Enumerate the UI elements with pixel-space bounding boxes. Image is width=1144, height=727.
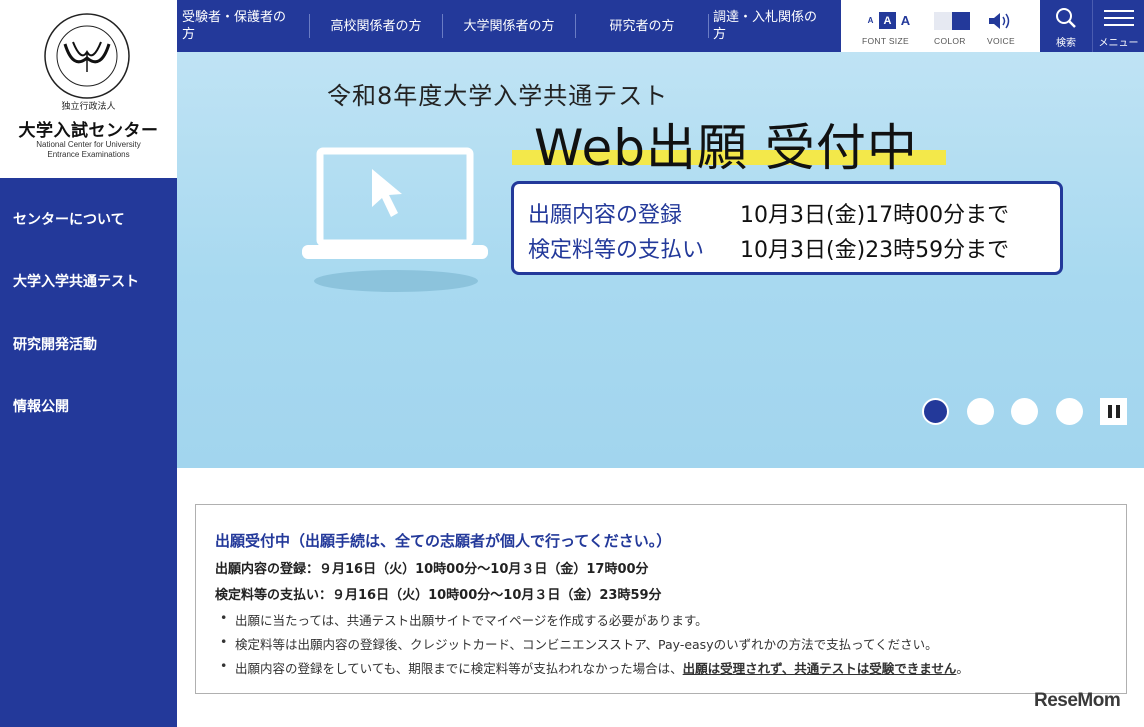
carousel-dot-1[interactable] <box>922 398 949 425</box>
nav-item-researchers[interactable]: 研究者の方 <box>576 0 708 52</box>
nav-item-examinees-line2: 方 <box>182 27 196 42</box>
pause-icon <box>1107 405 1112 418</box>
watermark-logo: ReseMom <box>1034 690 1121 711</box>
font-size-small-button[interactable]: A <box>862 12 879 29</box>
carousel-dot-4[interactable] <box>1056 398 1083 425</box>
notice-box: 出願受付中（出願手続は、全ての志願者が個人で行ってください。） 出願内容の登録：… <box>195 504 1127 694</box>
color-light-button[interactable] <box>934 12 952 30</box>
hamburger-menu-icon <box>1104 10 1134 26</box>
menu-label: メニュー <box>1098 38 1139 49</box>
site-logo[interactable]: 独立行政法人 大学入試センター National Center for Univ… <box>0 0 177 178</box>
sidebar-nav: センターについて 大学入学共通テスト 研究開発活動 情報公開 <box>0 178 177 727</box>
hero-deadline-key: 出願内容の登録 <box>528 203 683 228</box>
org-name-en-line1: National Center for University <box>36 140 141 149</box>
org-type: 独立行政法人 <box>61 102 116 112</box>
nav-item-procurement-line1: 調達・入札関係の <box>713 10 818 25</box>
org-name: 大学入試センター <box>18 121 159 141</box>
notice-title: 出願受付中（出願手続は、全ての志願者が個人で行ってください。） <box>215 532 672 550</box>
nav-item-procurement[interactable]: 調達・入札関係の 方 <box>713 0 838 52</box>
search-button[interactable]: 検索 <box>1040 0 1092 52</box>
hero-title: Web出願 受付中 <box>534 119 918 177</box>
notice-payment-period: 検定料等の支払い：９月16日（火）10時00分～10月３日（金）23時59分 <box>215 588 662 603</box>
notice-bullet: 出願内容の登録をしていても、期限までに検定料等が支払われなかった場合は、出願は受… <box>220 658 969 677</box>
pause-icon <box>1115 405 1120 418</box>
carousel-dot-3[interactable] <box>1011 398 1038 425</box>
search-icon <box>1056 8 1076 28</box>
org-name-en: National Center for University Entrance … <box>0 140 177 160</box>
menu-button[interactable]: メニュー <box>1093 0 1144 52</box>
hero-banner[interactable]: 令和8年度大学入学共通テスト Web出願 受付中 出願内容の登録 10月3日(金)… <box>177 52 1144 468</box>
sidebar-item-common-test[interactable]: 大学入学共通テスト <box>13 271 139 291</box>
sidebar-item-about[interactable]: センターについて <box>13 209 125 229</box>
hero-deadline-value: 10月3日(金)17時00分まで <box>740 203 1010 228</box>
carousel-dot-2[interactable] <box>967 398 994 425</box>
notice-bullet: 検定料等は出願内容の登録後、クレジットカード、コンビニエンスストア、Pay-ea… <box>220 634 938 653</box>
nav-item-examinees-line1: 受験者・保護者の <box>182 10 287 25</box>
hero-deadline-key: 検定料等の支払い <box>528 238 705 263</box>
font-size-label: FONT SIZE <box>862 36 909 46</box>
laptop-cursor-icon <box>302 147 488 292</box>
font-size-medium-button[interactable]: A <box>879 12 896 29</box>
nav-item-high-school[interactable]: 高校関係者の方 <box>310 0 442 52</box>
hero-deadline-value: 10月3日(金)23時59分まで <box>740 238 1010 263</box>
notice-warning-emphasis: 出願は受理されず、共通テストは受験できません <box>682 661 957 676</box>
voice-label: VOICE <box>987 36 1015 46</box>
sidebar-item-research[interactable]: 研究開発活動 <box>13 334 97 354</box>
org-name-en-line2: Entrance Examinations <box>47 150 130 159</box>
voice-speaker-icon[interactable] <box>987 11 1013 31</box>
hero-deadline-box: 出願内容の登録 10月3日(金)17時00分まで 検定料等の支払い 10月3日(金)… <box>511 181 1063 275</box>
hero-subtitle: 令和8年度大学入学共通テスト <box>327 82 669 110</box>
notice-bullet-end: 。 <box>956 661 969 676</box>
nav-item-examinees[interactable]: 受験者・保護者の 方 <box>182 0 307 52</box>
carousel-pause-button[interactable] <box>1100 398 1127 425</box>
notice-bullet: 出願に当たっては、共通テスト出願サイトでマイページを作成する必要があります。 <box>220 610 708 629</box>
nav-divider <box>708 14 709 38</box>
font-size-large-button[interactable]: A <box>897 12 914 29</box>
hero-deadline-row: 検定料等の支払い 10月3日(金)23時59分まで <box>528 232 1009 264</box>
accessibility-tools: A A A FONT SIZE COLOR VOICE <box>841 0 1040 52</box>
nav-item-procurement-line2: 方 <box>713 27 727 42</box>
notice-registration-period: 出願内容の登録：９月16日（火）10時00分～10月３日（金）17時00分 <box>215 562 649 577</box>
hero-deadline-row: 出願内容の登録 10月3日(金)17時00分まで <box>528 197 1009 229</box>
nav-item-university[interactable]: 大学関係者の方 <box>443 0 575 52</box>
search-label: 検索 <box>1056 38 1076 49</box>
color-label: COLOR <box>934 36 966 46</box>
sidebar-item-disclosure[interactable]: 情報公開 <box>13 396 69 416</box>
seal-logo-icon <box>44 13 130 99</box>
top-nav: 受験者・保護者の 方 高校関係者の方 大学関係者の方 研究者の方 調達・入札関係… <box>177 0 841 52</box>
color-dark-button[interactable] <box>952 12 970 30</box>
notice-bullet-text: 出願内容の登録をしていても、期限までに検定料等が支払われなかった場合は、 <box>235 661 683 676</box>
